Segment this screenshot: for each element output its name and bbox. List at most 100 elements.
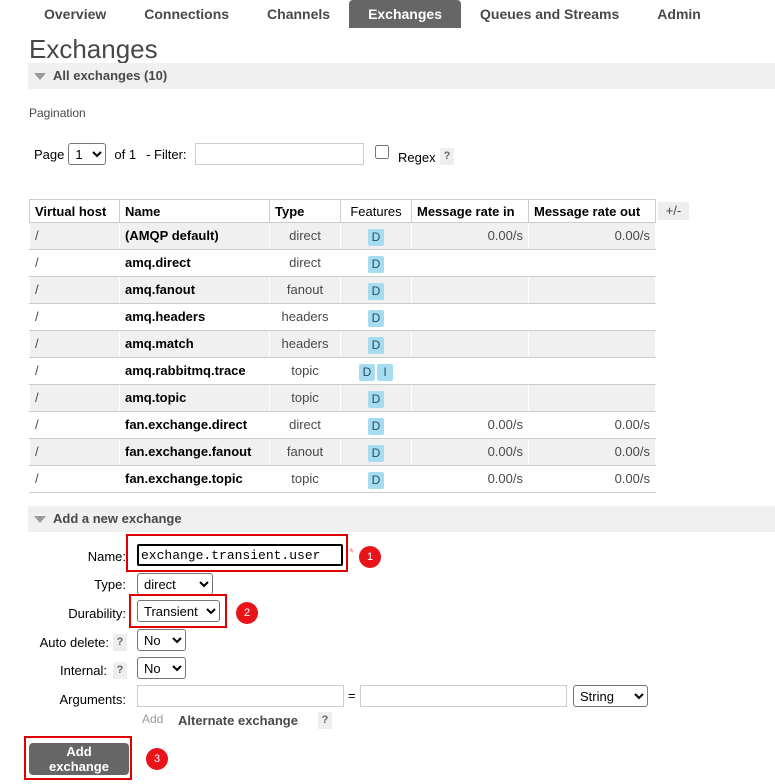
type-label: Type: [94,577,126,592]
argument-type-select[interactable]: String [573,685,648,707]
step-marker-3: 3 [146,748,168,770]
all-exchanges-section-header[interactable]: All exchanges (10) [28,63,775,89]
add-exchange-section-label: Add a new exchange [53,511,182,526]
vhost-cell: / [29,303,120,331]
message-rate-out-cell [528,357,656,385]
table-row: / amq.direct direct D [29,249,656,277]
tab-exchanges[interactable]: Exchanges [349,0,461,28]
durability-label: Durability: [68,606,126,621]
features-cell: D [340,303,412,331]
col-name[interactable]: Name [119,199,270,223]
page-select[interactable]: 1 [68,143,107,165]
vhost-cell: / [29,276,120,304]
vhost-cell: / [29,249,120,277]
durable-badge: D [368,229,384,246]
columns-toggle-button[interactable]: +/- [658,202,689,220]
exchanges-table: Virtual host Name Type Features Message … [29,199,656,493]
message-rate-out-cell: 0.00/s [528,222,656,250]
vhost-cell: / [29,384,120,412]
exchange-name-link[interactable]: amq.rabbitmq.trace [119,357,270,385]
features-cell: DI [340,357,412,385]
durability-select[interactable]: Transient [137,600,220,622]
exchange-name-link[interactable]: amq.headers [119,303,270,331]
type-cell: topic [269,357,341,385]
table-row: / amq.fanout fanout D [29,276,656,304]
tab-channels[interactable]: Channels [248,0,349,28]
durable-badge: D [368,283,384,300]
regex-help-icon[interactable]: ? [440,148,454,165]
col-message-rate-out: Message rate out [528,199,656,223]
add-exchange-button[interactable]: Add exchange [29,743,129,775]
type-cell: direct [269,249,341,277]
add-exchange-section-header[interactable]: Add a new exchange [28,506,775,532]
col-features: Features [340,199,412,223]
collapse-triangle-icon [34,73,46,80]
exchange-name-link[interactable]: fan.exchange.direct [119,411,270,439]
step-marker-1: 1 [359,546,381,568]
col-message-rate-in: Message rate in [411,199,529,223]
name-label: Name: [87,549,126,564]
argument-equals: = [348,688,356,703]
table-row: / amq.match headers D [29,330,656,358]
features-cell: D [340,438,412,466]
internal-select[interactable]: No [137,657,186,679]
argument-key-input[interactable] [137,685,344,707]
message-rate-in-cell: 0.00/s [411,438,529,466]
tab-connections[interactable]: Connections [125,0,248,28]
internal-help-icon[interactable]: ? [113,662,127,679]
tab-admin[interactable]: Admin [638,0,720,28]
exchange-name-link[interactable]: (AMQP default) [119,222,270,250]
regex-checkbox[interactable] [375,145,389,159]
durable-badge: D [368,337,384,354]
tab-overview[interactable]: Overview [25,0,125,28]
durable-badge: D [368,472,384,489]
auto-delete-select[interactable]: No [137,629,186,651]
alternate-exchange-link[interactable]: Alternate exchange [178,713,298,728]
exchange-name-link[interactable]: fan.exchange.topic [119,465,270,493]
exchange-name-link[interactable]: amq.fanout [119,276,270,304]
table-row: / fan.exchange.direct direct D 0.00/s 0.00/s [29,411,656,439]
argument-value-input[interactable] [360,685,567,707]
top-nav: Overview Connections Channels Exchanges … [0,0,775,28]
exchange-name-link[interactable]: amq.topic [119,384,270,412]
vhost-cell: / [29,438,120,466]
page-title: Exchanges [29,34,158,64]
collapse-triangle-icon [34,516,46,523]
auto-delete-label: Auto delete: [39,635,109,650]
message-rate-in-cell [411,357,529,385]
message-rate-in-cell: 0.00/s [411,465,529,493]
exchange-name-link[interactable]: fan.exchange.fanout [119,438,270,466]
message-rate-out-cell: 0.00/s [528,465,656,493]
add-argument-link[interactable]: Add [142,712,163,726]
type-select[interactable]: direct [137,573,213,595]
pagination-controls: Page 1 of 1 - Filter: [34,143,187,165]
vhost-cell: / [29,357,120,385]
col-type[interactable]: Type [269,199,341,223]
filter-input[interactable] [195,143,364,165]
type-cell: direct [269,222,341,250]
vhost-cell: / [29,411,120,439]
table-row: / fan.exchange.topic topic D 0.00/s 0.00/s [29,465,656,493]
exchange-name-link[interactable]: amq.direct [119,249,270,277]
tab-queues-and-streams[interactable]: Queues and Streams [461,0,638,28]
features-cell: D [340,276,412,304]
table-header-row: Virtual host Name Type Features Message … [29,199,656,223]
auto-delete-help-icon[interactable]: ? [113,634,127,651]
message-rate-in-cell [411,249,529,277]
internal-label: Internal: [60,663,107,678]
required-asterisk: * [349,545,355,560]
exchange-name-input[interactable] [137,544,343,566]
alternate-exchange-help-icon[interactable]: ? [318,712,332,729]
of-pages-label: of 1 [114,146,137,162]
features-cell: D [340,411,412,439]
table-row: / (AMQP default) direct D 0.00/s 0.00/s [29,222,656,250]
features-cell: D [340,465,412,493]
exchange-name-link[interactable]: amq.match [119,330,270,358]
col-virtual-host[interactable]: Virtual host [29,199,120,223]
message-rate-in-cell: 0.00/s [411,411,529,439]
type-cell: headers [269,303,341,331]
table-row: / amq.headers headers D [29,303,656,331]
vhost-cell: / [29,222,120,250]
type-cell: headers [269,330,341,358]
table-row: / amq.topic topic D [29,384,656,412]
